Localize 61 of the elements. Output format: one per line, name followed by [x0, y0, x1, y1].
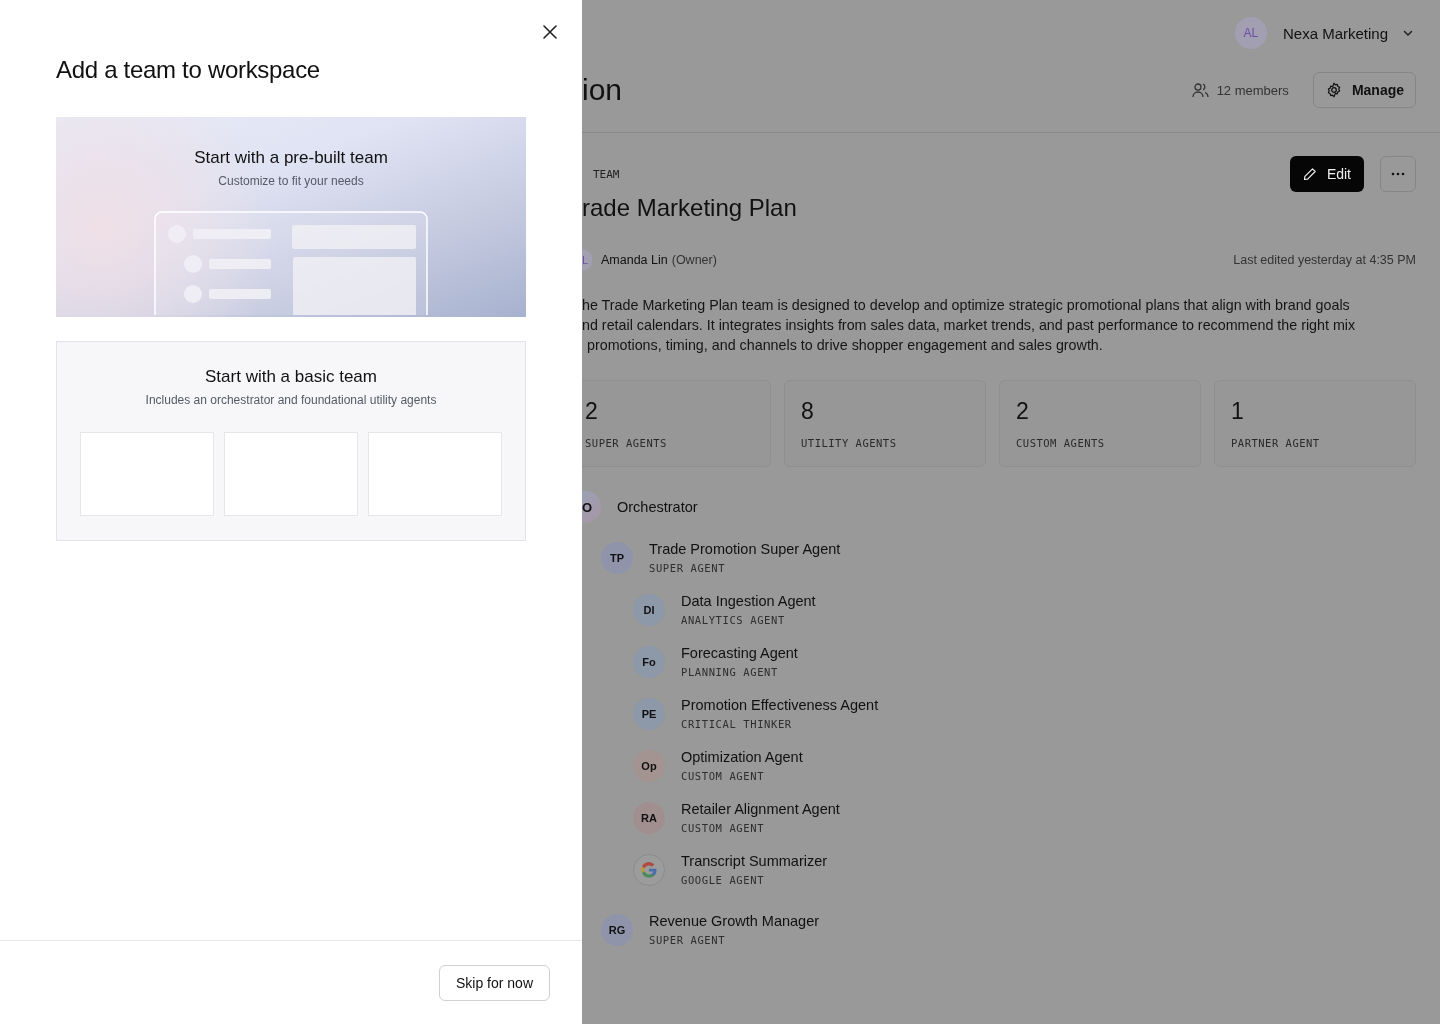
skip-button[interactable]: Skip for now	[438, 964, 550, 1001]
manage-button[interactable]: Manage	[1312, 72, 1416, 108]
workspace-switcher[interactable]: Nexa Marketing	[1282, 24, 1414, 42]
option-title: Start with a pre-built team	[194, 147, 388, 169]
agent-role: PLANNING AGENT	[681, 665, 778, 680]
option-subtitle: Customize to fit your needs	[218, 173, 364, 189]
agent-avatar: RG	[601, 914, 633, 946]
agent-role: CUSTOM AGENT	[681, 821, 765, 836]
page-title: ion	[582, 72, 624, 108]
agent-name[interactable]: Forecasting Agent	[681, 644, 798, 662]
agent-name[interactable]: Transcript Summarizer	[681, 852, 828, 870]
agent-name[interactable]: Retailer Alignment Agent	[681, 800, 840, 818]
agent-role: CUSTOM AGENT	[681, 769, 765, 784]
team-tag: TEAM	[593, 167, 1290, 181]
close-icon	[543, 25, 557, 39]
stat-label: PARTNER AGENT	[1231, 437, 1320, 449]
more-icon	[1391, 172, 1405, 176]
owner-avatar: L	[582, 249, 592, 271]
pencil-icon	[1302, 167, 1317, 181]
agent-role: GOOGLE AGENT	[681, 873, 765, 888]
stat-label: SUPER AGENTS	[585, 437, 667, 449]
agent-name[interactable]: Promotion Effectiveness Agent	[681, 696, 879, 714]
stat-label: UTILITY AGENTS	[801, 437, 897, 449]
agent-avatar: TP	[601, 542, 633, 574]
option-card[interactable]: Start with a pre-built team Customize to fit your needs	[56, 117, 526, 317]
g-icon	[633, 854, 665, 886]
agent-avatar: PE	[633, 698, 665, 730]
stat-label: CUSTOM AGENTS	[1016, 437, 1105, 449]
owner-role: (Owner)	[671, 253, 718, 267]
agent-avatar: Op	[633, 750, 665, 782]
description-line: promotions, timing, and channels to drive shopper engagement and sales growth.	[586, 336, 1104, 355]
agent-avatar: RA	[633, 802, 665, 834]
description-line: nd retail calendars. It integrates insights from sales data, market trends, and past performance to recommend the right mix	[582, 316, 1357, 335]
stat-value: 8	[801, 397, 814, 425]
people-icon	[1191, 82, 1209, 98]
agent-avatar: DI	[633, 594, 665, 626]
last-edited: Last edited yesterday at 4:35 PM	[1233, 253, 1416, 267]
option-subtitle: Includes an orchestrator and foundational utility agents	[145, 392, 437, 408]
stat-value: 1	[1231, 397, 1244, 425]
member-count: 12 members	[1216, 82, 1289, 98]
edit-button[interactable]: Edit	[1289, 156, 1364, 192]
agent-name[interactable]: Optimization Agent	[681, 748, 803, 766]
stat-value: 2	[585, 397, 598, 425]
agent-avatar: Fo	[633, 646, 665, 678]
agent-name[interactable]: Revenue Growth Manager	[649, 912, 820, 930]
option-card[interactable]: Start with a basic team Includes an orchestrator and foundational utility agents	[56, 341, 526, 541]
settings-icon	[1325, 82, 1342, 98]
agent-role: CRITICAL THINKER	[681, 717, 792, 732]
agent-role: SUPER AGENT	[649, 561, 726, 576]
agent-role: ANALYTICS AGENT	[681, 613, 785, 628]
agent-name[interactable]: Data Ingestion Agent	[681, 592, 816, 610]
drawer-title: Add a team to workspace	[56, 55, 321, 85]
agent-role: SUPER AGENT	[649, 933, 726, 948]
owner-name: Amanda Lin	[601, 253, 668, 267]
description-line: he Trade Marketing Plan team is designed to develop and optimize strategic promotional plans that align with brand goals	[582, 296, 1351, 315]
orchestrator-name[interactable]: Orchestrator	[617, 499, 698, 515]
team-title: rade Marketing Plan	[582, 193, 798, 223]
orchestrator-avatar: O	[582, 491, 601, 523]
agent-name[interactable]: Trade Promotion Super Agent	[649, 540, 841, 558]
stat-value: 2	[1016, 397, 1029, 425]
option-title: Start with a basic team	[205, 366, 377, 388]
